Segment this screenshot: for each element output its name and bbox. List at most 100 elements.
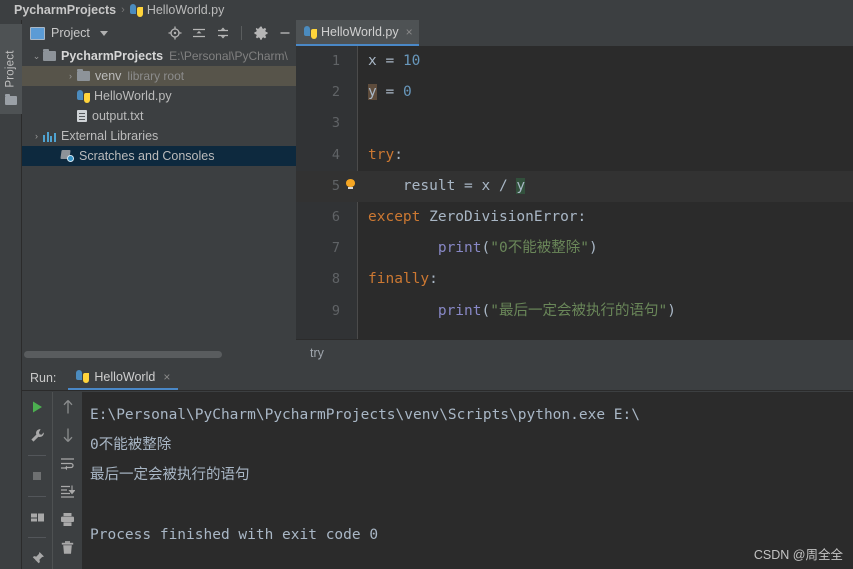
wrench-icon[interactable] xyxy=(28,426,46,444)
chevron-down-icon[interactable] xyxy=(99,30,108,36)
run-toolbar-right xyxy=(52,392,82,569)
editor-area: HelloWorld.py × 1 x = 10 2 y = 0 3 4 try… xyxy=(296,20,853,365)
tree-row-pycharmprojects[interactable]: ⌄ PycharmProjects E:\Personal\PyCharm\ xyxy=(22,46,296,66)
toolbar-divider xyxy=(241,26,242,40)
pycharm-window: PycharmProjects › HelloWorld.py Project … xyxy=(0,0,853,569)
line-number: 6 xyxy=(331,208,340,225)
token-punct: : xyxy=(394,146,403,163)
line-content: except ZeroDivisionError: xyxy=(368,202,586,233)
gear-icon[interactable] xyxy=(253,26,268,41)
pin-icon[interactable] xyxy=(28,549,46,567)
tab-helloworld-py[interactable]: HelloWorld.py × xyxy=(296,20,419,46)
sidebar-item-project-label: Project xyxy=(5,50,18,88)
line-content: print("最后一定会被执行的语句") xyxy=(368,296,676,327)
close-icon[interactable]: × xyxy=(163,371,170,383)
code-editor[interactable]: 1 x = 10 2 y = 0 3 4 try: 5 result = x /… xyxy=(296,46,853,339)
minimize-icon[interactable] xyxy=(277,26,292,41)
breadcrumb-file[interactable]: HelloWorld.py xyxy=(129,3,225,17)
code-line-3[interactable]: 3 xyxy=(296,108,853,139)
bulb-glass xyxy=(346,178,355,187)
code-line-8[interactable]: 8 finally: xyxy=(296,264,853,295)
tree-row-scratches-and-consoles[interactable]: Scratches and Consoles xyxy=(22,146,296,166)
run-panel-body: E:\Personal\PyCharm\PycharmProjects\venv… xyxy=(22,392,853,569)
scrollbar-thumb[interactable] xyxy=(24,351,222,358)
trash-icon[interactable] xyxy=(59,538,77,556)
line-number: 9 xyxy=(331,302,340,319)
line-number: 3 xyxy=(331,115,340,132)
intention-bulb-icon[interactable] xyxy=(346,178,355,189)
tree-row-helloworld-py[interactable]: HelloWorld.py xyxy=(22,86,296,106)
code-line-1[interactable]: 1 x = 10 xyxy=(296,46,853,77)
chevron-down-icon[interactable]: ⌄ xyxy=(30,51,43,61)
code-line-5[interactable]: 5 result = x / y xyxy=(296,170,853,202)
run-console[interactable]: E:\Personal\PyCharm\PycharmProjects\venv… xyxy=(82,392,853,569)
token-var-highlighted: y xyxy=(516,177,526,194)
tree-row-label: External Libraries xyxy=(61,129,159,143)
run-tab-helloworld[interactable]: HelloWorld × xyxy=(68,365,179,390)
run-tab-label: HelloWorld xyxy=(94,369,156,384)
left-tool-strip: Project xyxy=(0,20,22,569)
project-title-group[interactable]: Project xyxy=(30,26,108,40)
tree-row-output-txt[interactable]: output.txt xyxy=(22,106,296,126)
tree-row-label: venv xyxy=(95,69,122,83)
editor-breadcrumb[interactable]: try xyxy=(296,339,853,365)
expand-all-icon[interactable] xyxy=(191,26,206,41)
soft-wrap-icon[interactable] xyxy=(59,454,77,472)
token-expr: result = x / xyxy=(402,177,517,194)
token-string: "0不能被整除" xyxy=(490,240,589,257)
console-line: 0不能被整除 xyxy=(90,437,172,453)
editor-tabs-bar: HelloWorld.py × xyxy=(296,20,853,46)
line-number: 7 xyxy=(331,240,340,257)
stop-icon[interactable] xyxy=(28,467,46,485)
token-op: = xyxy=(376,53,403,69)
line-content: result = x / y xyxy=(368,171,526,202)
line-number: 5 xyxy=(331,177,340,194)
project-panel-header: Project xyxy=(22,20,296,46)
text-file-icon xyxy=(77,110,87,122)
run-label: Run: xyxy=(30,370,57,385)
chevron-right-icon[interactable]: › xyxy=(64,71,77,81)
code-line-6[interactable]: 6 except ZeroDivisionError: xyxy=(296,202,853,233)
code-line-9[interactable]: 9 print("最后一定会被执行的语句") xyxy=(296,296,853,327)
line-number: 1 xyxy=(331,53,340,69)
line-content: y = 0 xyxy=(368,77,412,108)
token-punct: ) xyxy=(667,302,676,319)
tree-row-external-libraries[interactable]: › External Libraries xyxy=(22,126,296,146)
line-number: 4 xyxy=(331,146,340,163)
arrow-up-icon[interactable] xyxy=(59,398,77,416)
layout-icon[interactable] xyxy=(28,508,46,526)
token-function: print xyxy=(437,240,482,257)
breadcrumb-separator-icon: › xyxy=(121,4,125,16)
code-line-4[interactable]: 4 try: xyxy=(296,140,853,171)
code-line-7[interactable]: 7 print("0不能被整除") xyxy=(296,233,853,264)
code-line-2[interactable]: 2 y = 0 xyxy=(296,77,853,108)
run-tool-window: Run: HelloWorld × E:\Personal\PyCharm\Py… xyxy=(22,365,853,569)
tab-label: HelloWorld.py xyxy=(321,25,399,39)
navigation-bar: PycharmProjects › HelloWorld.py xyxy=(0,0,853,20)
toolbar-divider xyxy=(28,496,46,497)
scroll-to-end-icon[interactable] xyxy=(59,482,77,500)
token-punct: ) xyxy=(588,240,598,257)
close-icon[interactable]: × xyxy=(406,26,413,38)
project-window-icon xyxy=(30,26,45,40)
folder-icon xyxy=(5,94,17,105)
tree-row-venv[interactable]: › venv library root xyxy=(22,66,296,86)
breadcrumb-file-label: HelloWorld.py xyxy=(146,3,225,17)
tree-row-path: E:\Personal\PyCharm\ xyxy=(169,49,288,63)
watermark: CSDN @周全全 xyxy=(753,548,843,562)
chevron-right-icon[interactable]: › xyxy=(30,131,43,141)
breadcrumb-project[interactable]: PycharmProjects xyxy=(14,3,116,17)
token-class: ZeroDivisionError xyxy=(420,208,578,225)
code-lines: 1 x = 10 2 y = 0 3 4 try: 5 result = x /… xyxy=(296,46,853,339)
locate-icon[interactable] xyxy=(167,26,182,41)
print-icon[interactable] xyxy=(59,510,77,528)
arrow-down-icon[interactable] xyxy=(59,426,77,444)
token-keyword: except xyxy=(368,208,421,225)
tree-row-label: Scratches and Consoles xyxy=(79,149,215,163)
project-horizontal-scrollbar[interactable] xyxy=(22,350,296,359)
python-file-icon xyxy=(129,3,143,17)
collapse-all-icon[interactable] xyxy=(215,26,230,41)
run-icon[interactable] xyxy=(28,398,46,416)
